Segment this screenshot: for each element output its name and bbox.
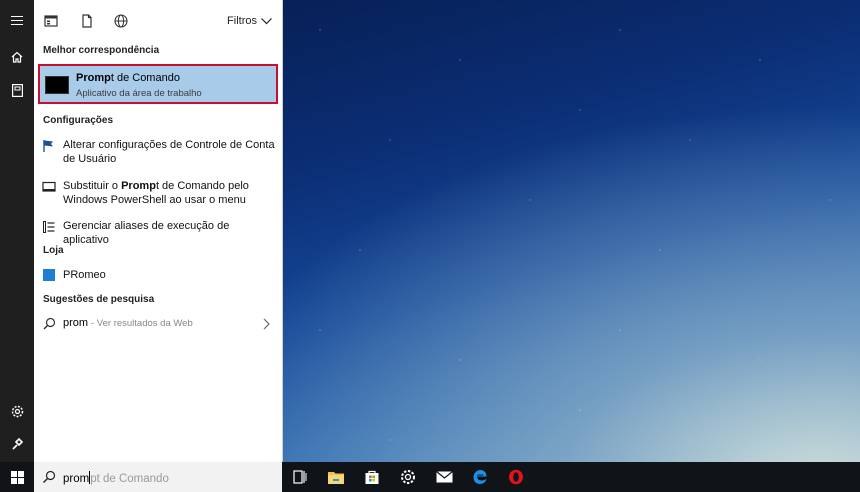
settings-item-app-aliases-label: Gerenciar aliases de execução de aplicat… bbox=[63, 220, 230, 246]
filters-label: Filtros bbox=[227, 15, 257, 27]
apps-filter-icon[interactable] bbox=[43, 13, 59, 29]
search-query-text: prompt de Comando bbox=[63, 471, 169, 485]
store-header: Loja bbox=[43, 245, 64, 256]
chevron-down-icon bbox=[261, 17, 272, 24]
search-results-panel: Filtros Melhor correspondência Prompt de… bbox=[34, 0, 283, 462]
web-filter-icon[interactable] bbox=[113, 13, 129, 29]
best-match-header: Melhor correspondência bbox=[43, 45, 160, 56]
best-match-command-prompt[interactable]: Prompt de Comando Aplicativo da área de … bbox=[38, 64, 278, 104]
uac-flag-icon bbox=[43, 140, 53, 152]
mail-icon[interactable] bbox=[431, 465, 457, 489]
panel-toolbar: Filtros bbox=[34, 0, 282, 40]
store-item-promeo-label: PRomeo bbox=[63, 269, 106, 281]
settings-item-powershell-label: Substituir o Prompt de Comando pelo Wind… bbox=[63, 180, 249, 206]
hamburger-icon[interactable] bbox=[0, 4, 34, 38]
search-icon bbox=[43, 317, 56, 330]
chevron-right-icon bbox=[263, 318, 270, 330]
taskbar-settings-icon bbox=[42, 181, 56, 192]
taskbar: prompt de Comando bbox=[0, 462, 860, 492]
settings-gear-icon[interactable] bbox=[0, 394, 34, 428]
notebook-icon[interactable] bbox=[0, 73, 34, 107]
windows-logo-icon[interactable] bbox=[0, 462, 34, 492]
web-suggestion-row[interactable]: prom - Ver resultados da Web bbox=[34, 316, 282, 332]
command-prompt-icon bbox=[45, 76, 69, 94]
edge-icon[interactable] bbox=[467, 465, 493, 489]
filters-dropdown[interactable]: Filtros bbox=[227, 15, 272, 27]
settings-icon[interactable] bbox=[395, 465, 421, 489]
user-feedback-icon[interactable] bbox=[0, 427, 34, 461]
documents-filter-icon[interactable] bbox=[79, 13, 95, 29]
web-suggestion-hint: - Ver resultados da Web bbox=[91, 318, 193, 329]
list-settings-icon bbox=[43, 221, 55, 233]
app-tile-icon bbox=[43, 269, 55, 281]
store-icon[interactable] bbox=[359, 465, 385, 489]
task-view-icon[interactable] bbox=[287, 465, 313, 489]
settings-header: Configurações bbox=[43, 115, 114, 126]
best-match-subtitle: Aplicativo da área de trabalho bbox=[76, 88, 202, 99]
best-match-title: Prompt de Comando bbox=[76, 72, 180, 84]
settings-item-uac-label: Alterar configurações de Controle de Con… bbox=[63, 139, 275, 165]
taskbar-search-box[interactable]: prompt de Comando bbox=[34, 462, 282, 492]
home-icon[interactable] bbox=[0, 40, 34, 74]
web-suggestions-header: Sugestões de pesquisa bbox=[43, 294, 155, 305]
web-suggestion-query: prom bbox=[63, 317, 89, 329]
search-icon bbox=[43, 470, 56, 483]
start-left-rail bbox=[0, 0, 34, 462]
opera-icon[interactable] bbox=[503, 465, 529, 489]
file-explorer-icon[interactable] bbox=[323, 465, 349, 489]
